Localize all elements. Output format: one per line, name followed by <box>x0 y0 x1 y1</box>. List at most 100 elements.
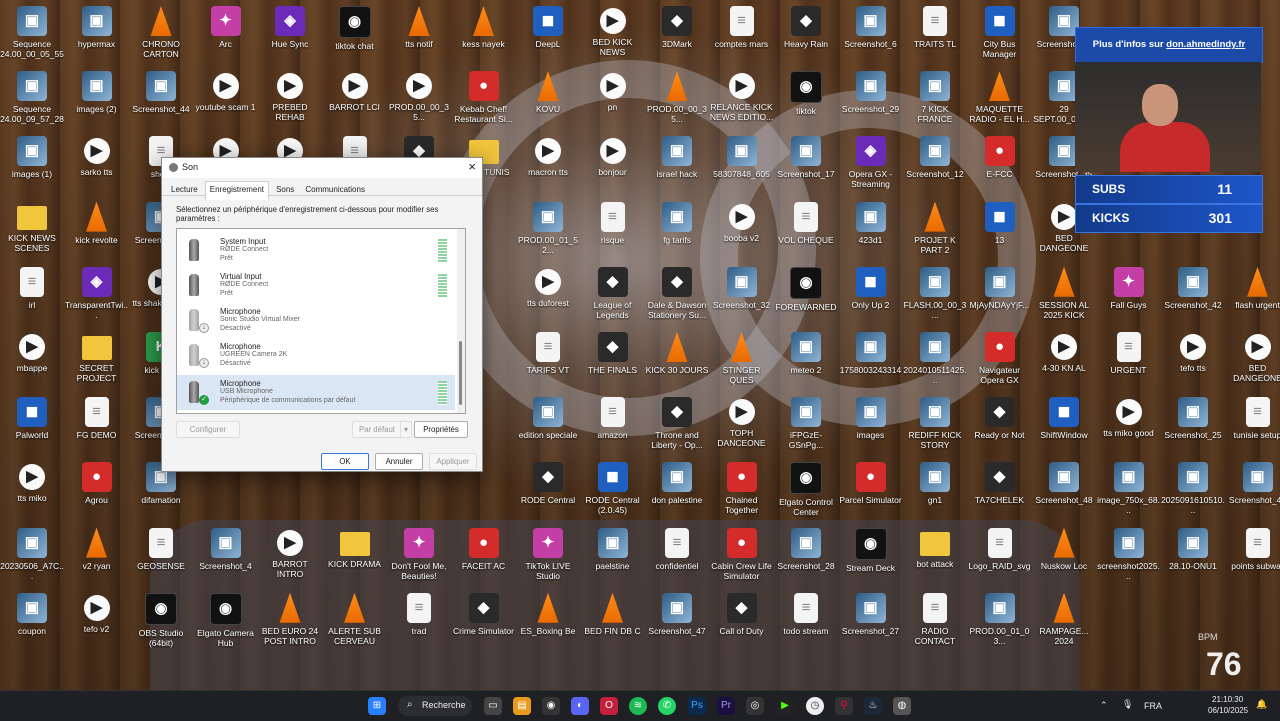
desktop-icon[interactable]: ▣REDIFF KICK STORY WARRI... <box>903 393 967 455</box>
desktop-icon[interactable]: ▣meteo 2 <box>774 328 838 390</box>
tab-sons[interactable]: Sons <box>272 182 298 197</box>
desktop-icon[interactable]: ◉tiktok <box>774 67 838 129</box>
tab-enregistrement[interactable]: Enregistrement <box>205 181 269 200</box>
desktop-icon[interactable]: ●Agrou <box>65 458 129 520</box>
desktop-icon[interactable]: ◆Dale & Dawson Stationery Su... <box>645 263 709 325</box>
desktop-icon[interactable]: SESSION AL 2025 KICK AHMED <box>1032 263 1096 325</box>
desktop-icon[interactable]: ▶BED DANGEONE DAFT PUNK <box>1226 328 1280 390</box>
desktop-icon[interactable]: ▣7 KICK FRANCE <box>903 67 967 129</box>
obs-icon[interactable]: ◎ <box>746 697 764 715</box>
desktop-icon[interactable]: ▣Screenshot_17 <box>774 132 838 194</box>
desktop-icon[interactable]: ▣paelstine <box>581 524 645 586</box>
rode-icon[interactable]: ◍ <box>893 697 911 715</box>
desktop-icon[interactable]: ▶booba v2 <box>710 198 774 260</box>
desktop-icon[interactable]: ◆RODE Central <box>516 458 580 520</box>
desktop-icon[interactable]: ▣edition speciale <box>516 393 580 455</box>
desktop-icon[interactable]: ▣gn1 <box>903 458 967 520</box>
desktop-icon[interactable]: ◼City Bus Manager <box>968 2 1032 64</box>
desktop-icon[interactable]: ▶BARROT LCI <box>323 67 387 129</box>
file-explorer-icon[interactable]: ▤ <box>513 697 531 715</box>
desktop-icon[interactable]: ▣Screenshot_29 <box>839 67 903 129</box>
clock-app-icon[interactable]: ◷ <box>806 697 824 715</box>
opera-icon[interactable]: O <box>600 697 618 715</box>
desktop-icon[interactable]: ▶macron tts <box>516 132 580 194</box>
desktop-icon[interactable]: MAQUETTE RADIO - EL H... <box>968 67 1032 129</box>
desktop-icon[interactable]: ▶tts miko good <box>1097 393 1161 455</box>
desktop-icon[interactable]: PROD.00_00_35... <box>645 67 709 129</box>
desktop-icon[interactable]: ▣Screenshot_4 <box>194 524 258 586</box>
desktop-icon[interactable]: ≡amazon <box>581 393 645 455</box>
desktop-icon[interactable]: ▣Screenshot_47 <box>645 589 709 651</box>
chrome-icon[interactable]: ◉ <box>542 697 560 715</box>
desktop-icon[interactable]: ▶tts duforest <box>516 263 580 325</box>
desktop-icon[interactable]: ≡GEOSENSE <box>129 524 193 586</box>
clock-time[interactable]: 21:10:30 <box>1212 695 1243 704</box>
desktop-icon[interactable]: ▣Screenshot_32 <box>710 263 774 325</box>
desktop-icon[interactable]: CHRONO CARTON JAUNE <box>129 2 193 64</box>
steam-icon[interactable]: ♨ <box>864 697 882 715</box>
ok-button[interactable]: OK <box>321 453 369 470</box>
desktop-icon[interactable]: ✦TikTok LIVE Studio <box>516 524 580 586</box>
spotify-icon[interactable]: ≋ <box>629 697 647 715</box>
scrollbar-thumb[interactable] <box>459 341 462 405</box>
desktop-icon[interactable]: KICK 30 JOURS <box>645 328 709 390</box>
desktop-icon[interactable]: ≡Logo_RAID_svg <box>968 524 1032 586</box>
desktop-icon[interactable]: ▣Sequence 24.00_09_57_28... <box>0 67 64 129</box>
desktop-icon[interactable]: ◉FOREWARNED <box>774 263 838 325</box>
desktop-icon[interactable]: ▣Screenshot_41 <box>1226 458 1280 520</box>
desktop-icon[interactable]: flash urgent <box>1226 263 1280 325</box>
desktop-icon[interactable]: ≡URGENT <box>1097 328 1161 390</box>
desktop-icon[interactable]: ◆League of Legends <box>581 263 645 325</box>
desktop-icon[interactable]: ◉tiktok chat <box>323 2 387 64</box>
desktop-icon[interactable]: ▣Screenshot_6 <box>839 2 903 64</box>
desktop-icon[interactable]: ◆3DMark <box>645 2 709 64</box>
desktop-icon[interactable]: ✦Don't Fool Me, Beauties! <box>387 524 451 586</box>
desktop-icon[interactable]: ◆Throne and Liberty - Op... <box>645 393 709 455</box>
desktop-icon[interactable]: ▣PROD.00_01_03... <box>968 589 1032 651</box>
desktop-icon[interactable]: ▣PROD.00_01_52... <box>516 198 580 260</box>
desktop-icon[interactable]: ◉OBS Studio (64bit) <box>129 589 193 651</box>
desktop-icon[interactable]: ES_Boxing Be <box>516 589 580 651</box>
desktop-icon[interactable]: ≡trad <box>387 589 451 651</box>
desktop-icon[interactable]: ▣2024010511425... <box>903 328 967 390</box>
desktop-icon[interactable]: ▣Screenshot_27 <box>839 589 903 651</box>
desktop-icon[interactable]: ▣screenshot2025... <box>1097 524 1161 586</box>
desktop-icon[interactable]: ≡FG DEMO <box>65 393 129 455</box>
desktop-icon[interactable]: ▣28.10-ONU1 <box>1161 524 1225 586</box>
desktop-icon[interactable]: BED FIN DB C <box>581 589 645 651</box>
desktop-icon[interactable]: ◼ShiftWindow <box>1032 393 1096 455</box>
desktop-icon[interactable]: ▣israel hack <box>645 132 709 194</box>
desktop-icon[interactable]: ▣FLASH.00_00_3... <box>903 263 967 325</box>
desktop-icon[interactable]: ▶youtube scam 1 <box>194 67 258 129</box>
desktop-icon[interactable]: ▶4-30 KN AL <box>1032 328 1096 390</box>
desktop-icon[interactable]: ▶sarko tts <box>65 132 129 194</box>
close-icon[interactable]: × <box>468 159 476 174</box>
desktop-icon[interactable]: ≡tunisie setup <box>1226 393 1280 455</box>
desktop-icon[interactable]: ◼Palworld <box>0 393 64 455</box>
desktop-icon[interactable]: ▣images (2) <box>65 67 129 129</box>
desktop-icon[interactable]: v2 ryan <box>65 524 129 586</box>
desktop-icon[interactable]: ≡comptes mars <box>710 2 774 64</box>
desktop-icon[interactable]: ▶BED KICK NEWS BREAKING IM... <box>581 2 645 64</box>
desktop-icon[interactable]: ▶tefo v2 <box>65 589 129 651</box>
desktop-icon[interactable]: ▣fg tarifs <box>645 198 709 260</box>
desktop-icon[interactable]: kick revolte <box>65 198 129 260</box>
desktop-icon[interactable]: ≡points subwar <box>1226 524 1280 586</box>
desktop-icon[interactable]: ▣Screenshot_44 <box>129 67 193 129</box>
desktop-icon[interactable]: ≡RADIO CONTACT <box>903 589 967 651</box>
properties-button[interactable]: Propriétés <box>414 421 468 438</box>
desktop-icon[interactable]: tts notif <box>387 2 451 64</box>
desktop-icon[interactable]: ALERTE SUB CERVEAU <box>323 589 387 651</box>
desktop-icon[interactable]: ●Kebab Chef! Restaurant Si... <box>452 67 516 129</box>
desktop-icon[interactable]: ●Navigateur Opera GX <box>968 328 1032 390</box>
desktop-icon[interactable]: ▣don palestine <box>645 458 709 520</box>
desktop-icon[interactable]: ▶PROD.00_00_35... <box>387 67 451 129</box>
dialog-titlebar[interactable]: Son × <box>162 158 482 178</box>
desktop-icon[interactable]: ≡TRAITS TL <box>903 2 967 64</box>
desktop-icon[interactable]: ▣1758003243314 <box>839 328 903 390</box>
desktop-icon[interactable]: ▶tefo tts <box>1161 328 1225 390</box>
desktop-icon[interactable]: ▣Screenshot_12 <box>903 132 967 194</box>
default-dropdown-icon[interactable]: ▾ <box>400 421 412 438</box>
desktop-icon[interactable]: ◈Hue Sync <box>258 2 322 64</box>
desktop-icon[interactable]: ◉Stream Deck <box>839 524 903 586</box>
